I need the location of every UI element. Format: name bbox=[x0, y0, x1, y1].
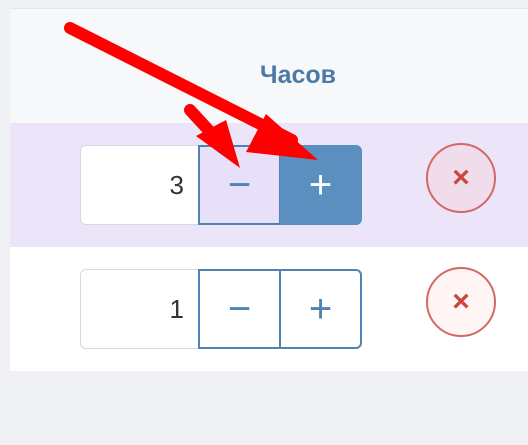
hours-column-header: Часов bbox=[260, 61, 337, 89]
hours-table: Часов 3 − + × 1 − + × bbox=[10, 0, 528, 445]
table-row: 1 − + × bbox=[10, 247, 528, 371]
table-footer bbox=[10, 371, 528, 445]
quantity-stepper: 1 − + bbox=[80, 269, 362, 349]
table-top-gap bbox=[10, 0, 528, 8]
plus-button[interactable]: + bbox=[280, 269, 362, 349]
minus-icon: − bbox=[227, 287, 252, 331]
quantity-input[interactable]: 3 bbox=[80, 145, 198, 225]
plus-icon: + bbox=[308, 163, 333, 207]
plus-icon: + bbox=[308, 287, 333, 331]
quantity-input[interactable]: 1 bbox=[80, 269, 198, 349]
close-icon: × bbox=[452, 285, 470, 318]
remove-row-button[interactable]: × bbox=[426, 143, 496, 213]
table-row: 3 − + × bbox=[10, 123, 528, 247]
minus-button[interactable]: − bbox=[198, 145, 280, 225]
close-icon: × bbox=[452, 161, 470, 194]
remove-row-button[interactable]: × bbox=[426, 267, 496, 337]
plus-button[interactable]: + bbox=[280, 145, 362, 225]
minus-icon: − bbox=[227, 163, 252, 207]
minus-button[interactable]: − bbox=[198, 269, 280, 349]
table-header: Часов bbox=[10, 8, 528, 123]
quantity-stepper: 3 − + bbox=[80, 145, 362, 225]
